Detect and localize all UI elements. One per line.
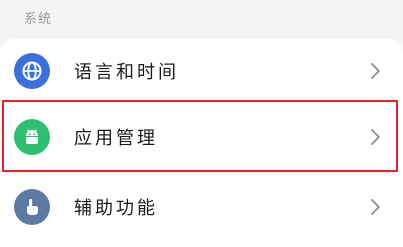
chevron-right-icon <box>371 63 380 79</box>
section-header: 系统 <box>24 12 53 27</box>
hand-pointer-icon <box>14 189 50 225</box>
settings-item-language-time[interactable]: 语言和时间 <box>0 36 403 106</box>
chevron-right-icon <box>371 199 380 215</box>
settings-item-app-management[interactable]: 应用管理 <box>0 102 403 172</box>
android-icon <box>14 119 50 155</box>
settings-item-accessibility[interactable]: 辅助功能 <box>0 172 403 242</box>
globe-icon <box>14 53 50 89</box>
chevron-right-icon <box>371 129 380 145</box>
settings-item-label: 辅助功能 <box>74 198 158 219</box>
settings-item-label: 语言和时间 <box>74 62 179 83</box>
settings-item-label: 应用管理 <box>74 128 158 149</box>
